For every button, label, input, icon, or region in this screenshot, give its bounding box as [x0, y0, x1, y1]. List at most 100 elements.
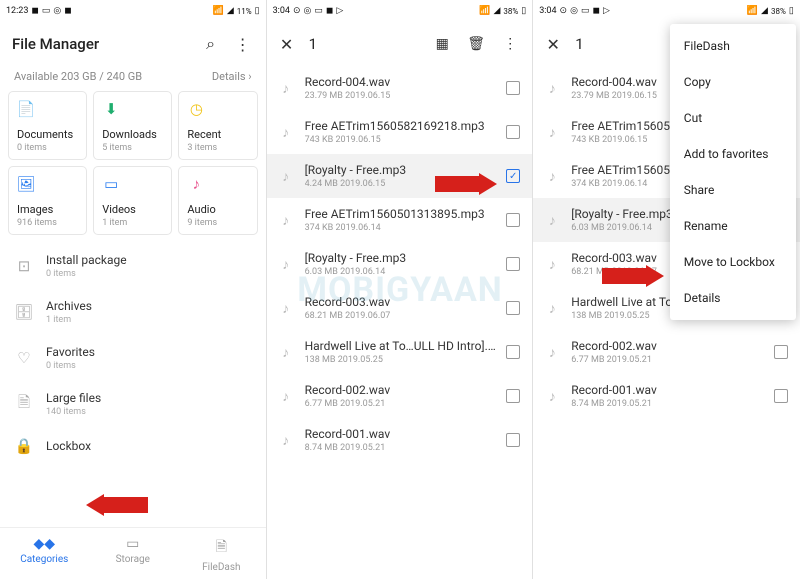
checkbox[interactable]	[506, 125, 520, 139]
file-meta: 6.77 MB 2019.05.21	[305, 399, 499, 409]
search-icon[interactable]: ⌕	[200, 34, 222, 54]
checkbox[interactable]	[506, 389, 520, 403]
list-item-install package[interactable]: ⊡ Install package0 items	[0, 243, 266, 289]
menu-item-share[interactable]: Share	[670, 172, 796, 208]
list-item-large files[interactable]: 🗎 Large files140 items	[0, 381, 266, 427]
row-label: Lockbox	[46, 439, 252, 453]
context-menu: FileDashCopyCutAdd to favoritesShareRena…	[670, 24, 796, 320]
clock: 3:04	[539, 6, 556, 16]
checkbox[interactable]	[506, 257, 520, 271]
nav-categories[interactable]: ◆◆Categories	[0, 528, 89, 579]
file-meta: 4.24 MB 2019.06.15	[305, 179, 499, 189]
row-label: Archives	[46, 299, 252, 313]
file-row[interactable]: ♪ Hardwell Live at To…ULL HD Intro].mp31…	[267, 330, 533, 374]
row-icon: 🗎	[14, 392, 34, 417]
music-note-icon: ♪	[541, 344, 563, 361]
file-row[interactable]: ♪ Record-004.wav23.79 MB 2019.06.15	[267, 66, 533, 110]
nav-filedash[interactable]: 🗎FileDash	[177, 528, 266, 579]
nav-storage[interactable]: ▭Storage	[89, 528, 178, 579]
file-meta: 8.74 MB 2019.05.21	[305, 443, 499, 453]
audio-icon: ♪	[187, 175, 205, 193]
menu-item-filedash[interactable]: FileDash	[670, 28, 796, 64]
list-item-lockbox[interactable]: 🔒 Lockbox	[0, 427, 266, 465]
tile-documents[interactable]: 📄 Documents 0 items	[8, 91, 87, 160]
status-bar: 3:04⊙◎▭◼▷ 📶◢38%▯	[533, 0, 800, 22]
checkbox[interactable]	[774, 389, 788, 403]
storage-text: Available 203 GB / 240 GB	[14, 70, 142, 83]
tile-count: 5 items	[102, 143, 163, 153]
checkbox[interactable]	[506, 213, 520, 227]
music-note-icon: ♪	[541, 80, 563, 97]
music-note-icon: ♪	[275, 432, 297, 449]
checkbox[interactable]	[774, 345, 788, 359]
tile-videos[interactable]: ▭ Videos 1 item	[93, 166, 172, 235]
arrow-lockbox-icon	[86, 494, 148, 516]
status-bar: 12:23◼▭◎◼ 📶◢11%▯	[0, 0, 266, 22]
music-note-icon: ♪	[541, 212, 563, 229]
menu-item-copy[interactable]: Copy	[670, 64, 796, 100]
close-icon[interactable]: ✕	[545, 35, 561, 54]
details-link[interactable]: Details ›	[212, 70, 252, 83]
file-meta: 138 MB 2019.05.25	[305, 355, 499, 365]
file-name: Free AETrim1560501313895.mp3	[305, 207, 499, 221]
select-all-icon[interactable]: ▦	[432, 36, 452, 52]
file-name: Record-001.wav	[571, 383, 766, 397]
file-meta: 6.77 MB 2019.05.21	[571, 355, 766, 365]
file-name: Record-002.wav	[571, 339, 766, 353]
tile-images[interactable]: 🖼 Images 916 items	[8, 166, 87, 235]
more-icon[interactable]: ⋮	[232, 35, 254, 54]
list-item-favorites[interactable]: ♡ Favorites0 items	[0, 335, 266, 381]
checkbox[interactable]	[506, 433, 520, 447]
file-meta: 6.03 MB 2019.06.14	[305, 267, 499, 277]
file-row[interactable]: ♪ Free AETrim1560582169218.mp3743 KB 201…	[267, 110, 533, 154]
row-label: Large files	[46, 391, 252, 405]
music-note-icon: ♪	[541, 256, 563, 273]
close-icon[interactable]: ✕	[279, 35, 295, 54]
checkbox[interactable]	[506, 301, 520, 315]
tile-count: 916 items	[17, 218, 78, 228]
music-note-icon: ♪	[275, 168, 297, 185]
tile-label: Downloads	[102, 128, 163, 141]
screen-selection: 3:04⊙◎▭◼▷ 📶◢38%▯ ✕ 1 ▦ 🗑 ⋮ ♪ Record-004.…	[267, 0, 534, 579]
file-row[interactable]: ♪ [Royalty - Free.mp36.03 MB 2019.06.14	[267, 242, 533, 286]
file-name: Hardwell Live at To…ULL HD Intro].mp3	[305, 339, 499, 353]
row-icon: 🗄	[14, 303, 34, 321]
tile-audio[interactable]: ♪ Audio 9 items	[178, 166, 257, 235]
file-row[interactable]: ♪ Free AETrim1560501313895.mp3374 KB 201…	[267, 198, 533, 242]
documents-icon: 📄	[17, 100, 35, 118]
bottom-nav: ◆◆Categories ▭Storage 🗎FileDash	[0, 527, 266, 579]
menu-item-add to favorites[interactable]: Add to favorites	[670, 136, 796, 172]
list-item-archives[interactable]: 🗄 Archives 1 item	[0, 289, 266, 335]
screen-file-manager: 12:23◼▭◎◼ 📶◢11%▯ File Manager ⌕ ⋮ Availa…	[0, 0, 267, 579]
file-row[interactable]: ♪ Record-001.wav8.74 MB 2019.05.21	[533, 374, 800, 418]
row-icon: ♡	[14, 349, 34, 367]
tile-label: Videos	[102, 203, 163, 216]
file-name: Record-003.wav	[305, 295, 499, 309]
tile-downloads[interactable]: ⬇ Downloads 5 items	[93, 91, 172, 160]
menu-item-rename[interactable]: Rename	[670, 208, 796, 244]
delete-icon[interactable]: 🗑	[466, 36, 486, 52]
file-meta: 374 KB 2019.06.14	[305, 223, 499, 233]
file-meta: 23.79 MB 2019.06.15	[305, 91, 499, 101]
music-note-icon: ♪	[541, 168, 563, 185]
file-row[interactable]: ♪ [Royalty - Free.mp34.24 MB 2019.06.15 …	[267, 154, 533, 198]
menu-item-cut[interactable]: Cut	[670, 100, 796, 136]
checkbox[interactable]	[506, 81, 520, 95]
more-icon[interactable]: ⋮	[500, 36, 520, 52]
tile-recent[interactable]: ◷ Recent 3 items	[178, 91, 257, 160]
music-note-icon: ♪	[541, 300, 563, 317]
tile-label: Documents	[17, 128, 78, 141]
row-sub: 1 item	[46, 315, 252, 325]
battery: 11%	[237, 7, 252, 16]
titlebar: File Manager ⌕ ⋮	[0, 22, 266, 66]
checkbox[interactable]: ✓	[506, 169, 520, 183]
menu-item-details[interactable]: Details	[670, 280, 796, 316]
music-note-icon: ♪	[275, 388, 297, 405]
videos-icon: ▭	[102, 175, 120, 193]
checkbox[interactable]	[506, 345, 520, 359]
file-row[interactable]: ♪ Record-001.wav8.74 MB 2019.05.21	[267, 418, 533, 462]
file-row[interactable]: ♪ Record-003.wav68.21 MB 2019.06.07	[267, 286, 533, 330]
menu-item-move to lockbox[interactable]: Move to Lockbox	[670, 244, 796, 280]
file-row[interactable]: ♪ Record-002.wav 6.77 MB 2019.05.21	[533, 330, 800, 374]
file-row[interactable]: ♪ Record-002.wav6.77 MB 2019.05.21	[267, 374, 533, 418]
